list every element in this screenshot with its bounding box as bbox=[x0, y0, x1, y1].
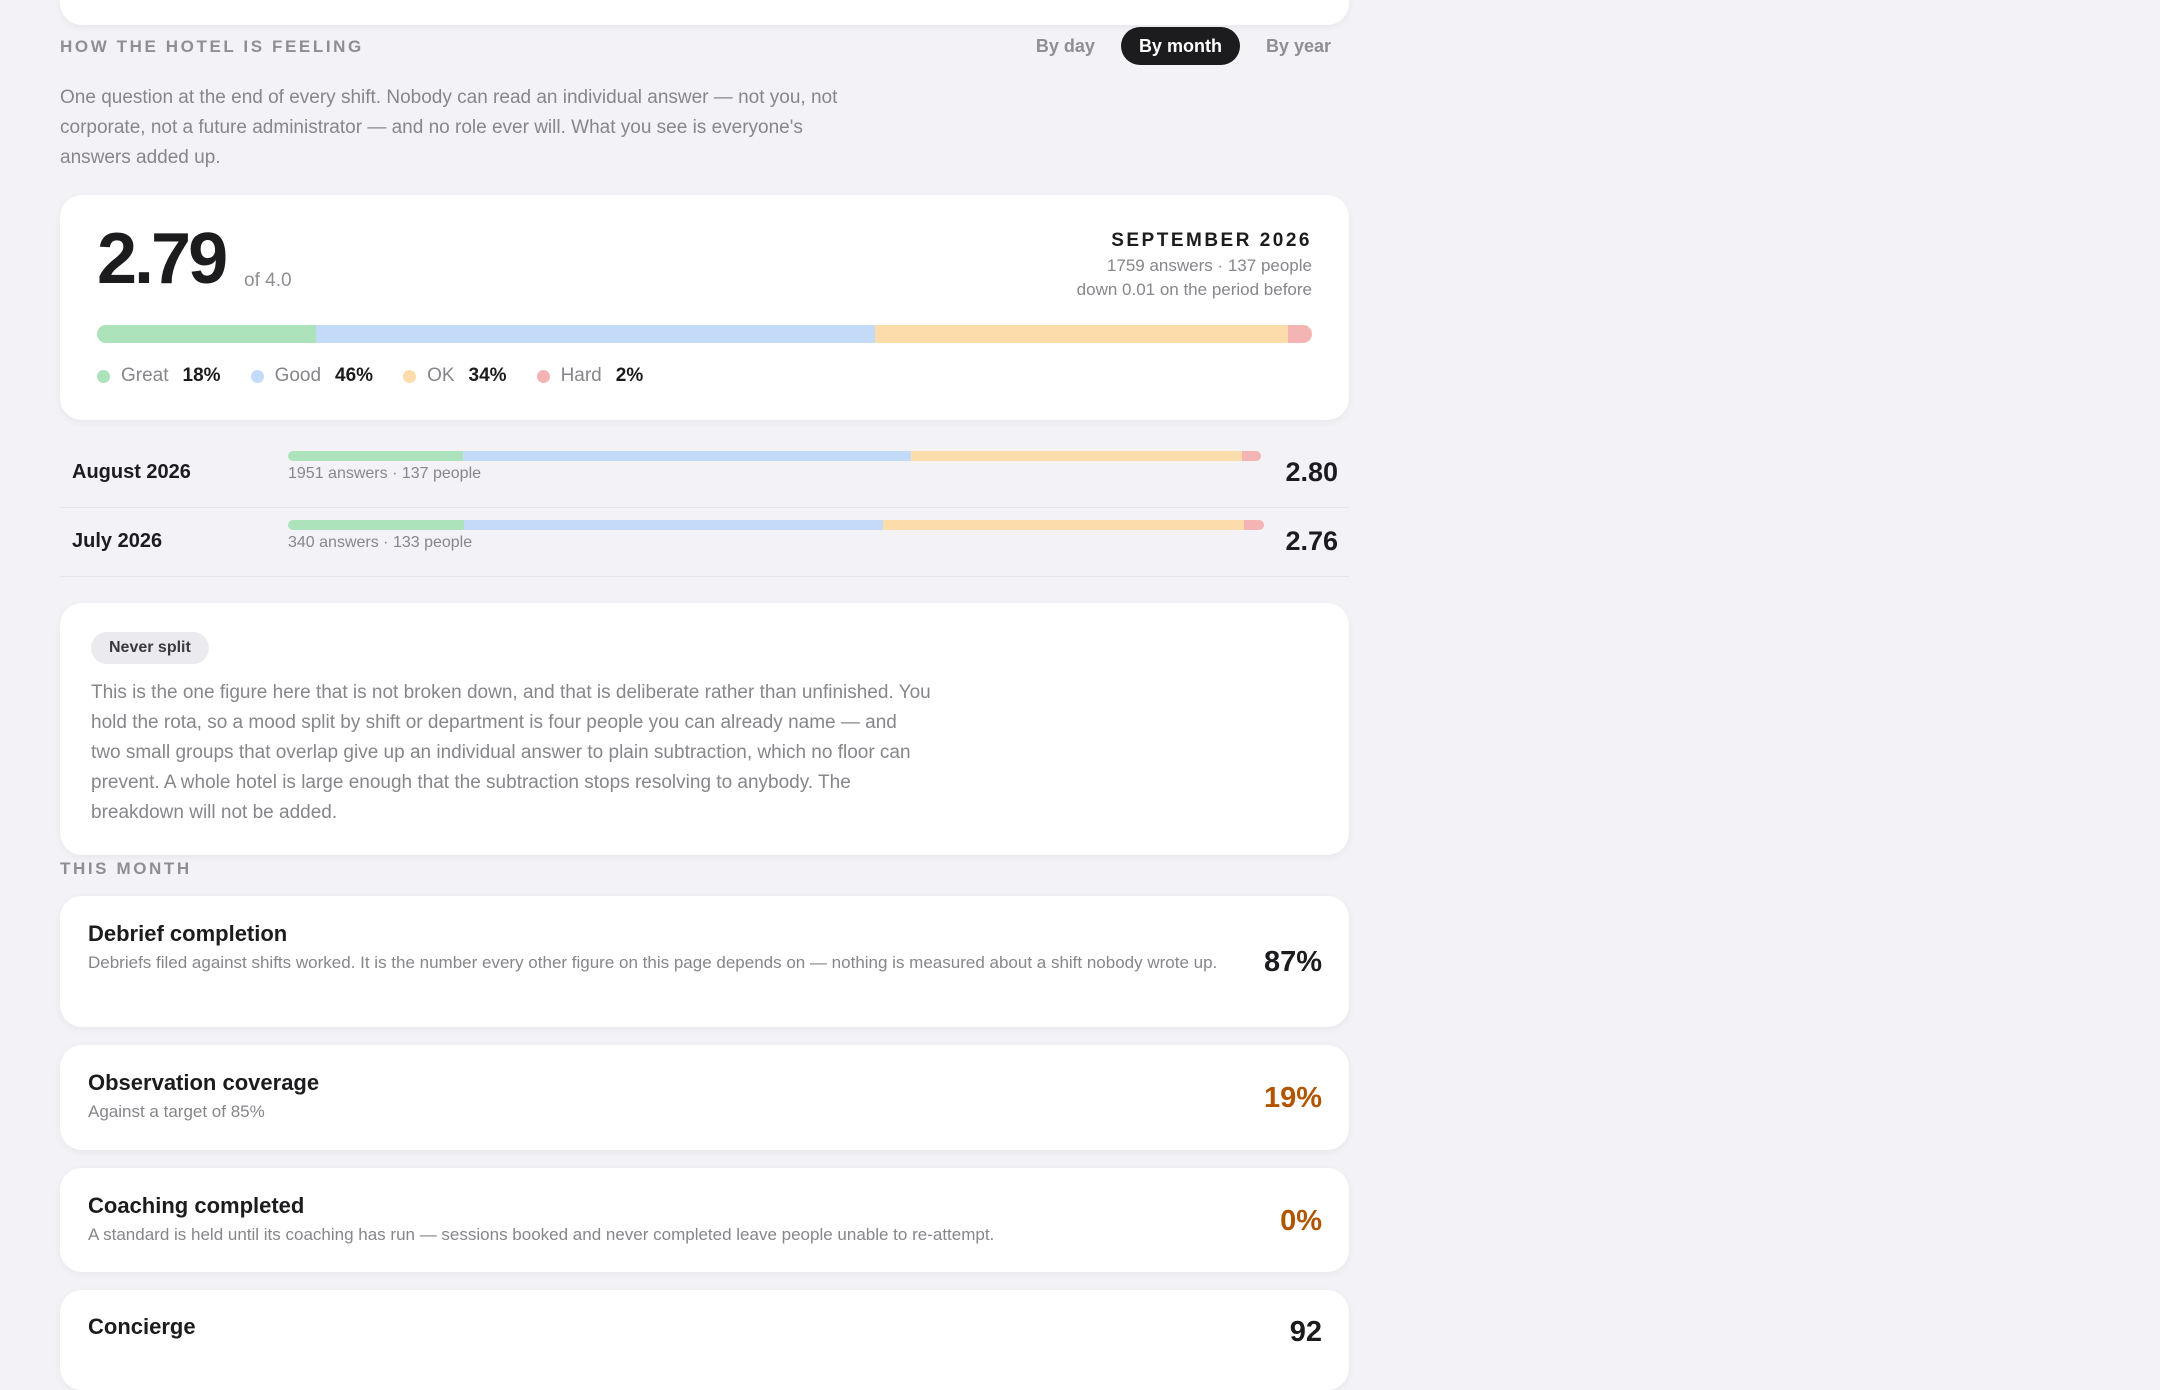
period-title: SEPTEMBER 2026 bbox=[1111, 230, 1312, 251]
history-period: August 2026 bbox=[72, 461, 191, 483]
legend-percent: 18% bbox=[182, 365, 221, 386]
summary-card: 2.79 of 4.0 SEPTEMBER 2026 1759 answers … bbox=[60, 195, 1349, 420]
mood-score: 2.79 bbox=[97, 219, 228, 299]
good-dot bbox=[250, 369, 264, 383]
history-distribution-bar bbox=[288, 520, 1264, 530]
segment-great bbox=[97, 325, 316, 343]
metric-title: Observation coverage bbox=[88, 1070, 320, 1095]
legend-percent: 2% bbox=[615, 365, 644, 386]
segment-hard bbox=[1241, 451, 1261, 461]
legend-ok: OK 34% bbox=[403, 365, 507, 387]
history-counts: 1951 answers · 137 people bbox=[288, 465, 482, 482]
never-split-text: This is the one figure here that is not … bbox=[91, 682, 931, 823]
legend-good: Good 46% bbox=[250, 365, 374, 387]
metric-coaching-completed[interactable]: Coaching completed A standard is held un… bbox=[60, 1168, 1349, 1272]
legend-label: Good bbox=[274, 365, 322, 386]
history-row[interactable]: August 2026 1951 answers · 137 people 2.… bbox=[60, 438, 1349, 508]
distribution-legend: Great 18% Good 46% OK 34% Hard 2% bbox=[97, 365, 643, 387]
segment-great bbox=[288, 520, 464, 530]
distribution-bar bbox=[97, 325, 1312, 343]
legend-label: Great bbox=[121, 365, 169, 386]
metric-description: Debriefs filed against shifts worked. It… bbox=[88, 953, 1218, 972]
metric-value: 87% bbox=[1263, 946, 1322, 978]
toggle-by-day[interactable]: By day bbox=[1018, 27, 1113, 65]
history-score: 2.76 bbox=[1285, 526, 1338, 556]
great-dot bbox=[97, 369, 110, 383]
period-counts: 1759 answers · 137 people bbox=[1106, 256, 1312, 275]
metric-value: 92 bbox=[1289, 1316, 1322, 1348]
segment-good bbox=[315, 325, 875, 343]
legend-percent: 46% bbox=[335, 365, 374, 386]
history-distribution-bar bbox=[288, 451, 1261, 461]
period-info: SEPTEMBER 2026 1759 answers · 137 people… bbox=[1077, 228, 1312, 302]
segment-good bbox=[463, 451, 911, 461]
metric-title: Concierge bbox=[88, 1314, 196, 1339]
period-toggle: By day By month By year bbox=[1018, 27, 1349, 65]
metric-title: Coaching completed bbox=[88, 1193, 305, 1218]
metric-description: Against a target of 85% bbox=[88, 1102, 265, 1121]
score-scale: of 4.0 bbox=[244, 270, 292, 291]
period-change: down 0.01 on the period before bbox=[1076, 280, 1312, 299]
metric-debrief-completion[interactable]: Debrief completion Debriefs filed agains… bbox=[60, 896, 1349, 1027]
segment-ok bbox=[910, 451, 1242, 461]
toggle-by-month[interactable]: By month bbox=[1120, 27, 1240, 65]
history-score: 2.80 bbox=[1285, 457, 1338, 487]
never-split-card: Never split This is the one figure here … bbox=[60, 603, 1349, 855]
legend-hard: Hard 2% bbox=[536, 365, 644, 387]
never-split-badge: Never split bbox=[91, 632, 209, 664]
metric-concierge[interactable]: Concierge 92 bbox=[60, 1290, 1349, 1390]
previous-card bbox=[60, 0, 1349, 25]
metric-observation-coverage[interactable]: Observation coverage Against a target of… bbox=[60, 1045, 1349, 1150]
metric-value: 0% bbox=[1280, 1205, 1322, 1237]
metric-value: 19% bbox=[1263, 1082, 1322, 1114]
legend-percent: 34% bbox=[468, 365, 507, 386]
history-row[interactable]: July 2026 340 answers · 133 people 2.76 bbox=[60, 507, 1349, 577]
legend-label: OK bbox=[427, 365, 455, 386]
toggle-by-year[interactable]: By year bbox=[1248, 27, 1349, 65]
history-counts: 340 answers · 133 people bbox=[288, 534, 473, 551]
legend-label: Hard bbox=[560, 365, 602, 386]
segment-hard bbox=[1287, 325, 1312, 343]
segment-great bbox=[288, 451, 464, 461]
ok-dot bbox=[403, 369, 417, 383]
intro-text: One question at the end of every shift. … bbox=[60, 87, 838, 168]
segment-ok bbox=[874, 325, 1288, 343]
metric-title: Debrief completion bbox=[88, 921, 288, 946]
this-month-title: This month bbox=[60, 859, 192, 878]
history-period: July 2026 bbox=[72, 530, 163, 552]
hard-dot bbox=[536, 369, 550, 383]
section-title: How the hotel is feeling bbox=[60, 37, 364, 56]
segment-ok bbox=[883, 520, 1245, 530]
legend-great: Great 18% bbox=[97, 365, 221, 387]
segment-hard bbox=[1244, 520, 1264, 530]
metric-description: A standard is held until its coaching ha… bbox=[88, 1225, 995, 1244]
segment-good bbox=[463, 520, 884, 530]
